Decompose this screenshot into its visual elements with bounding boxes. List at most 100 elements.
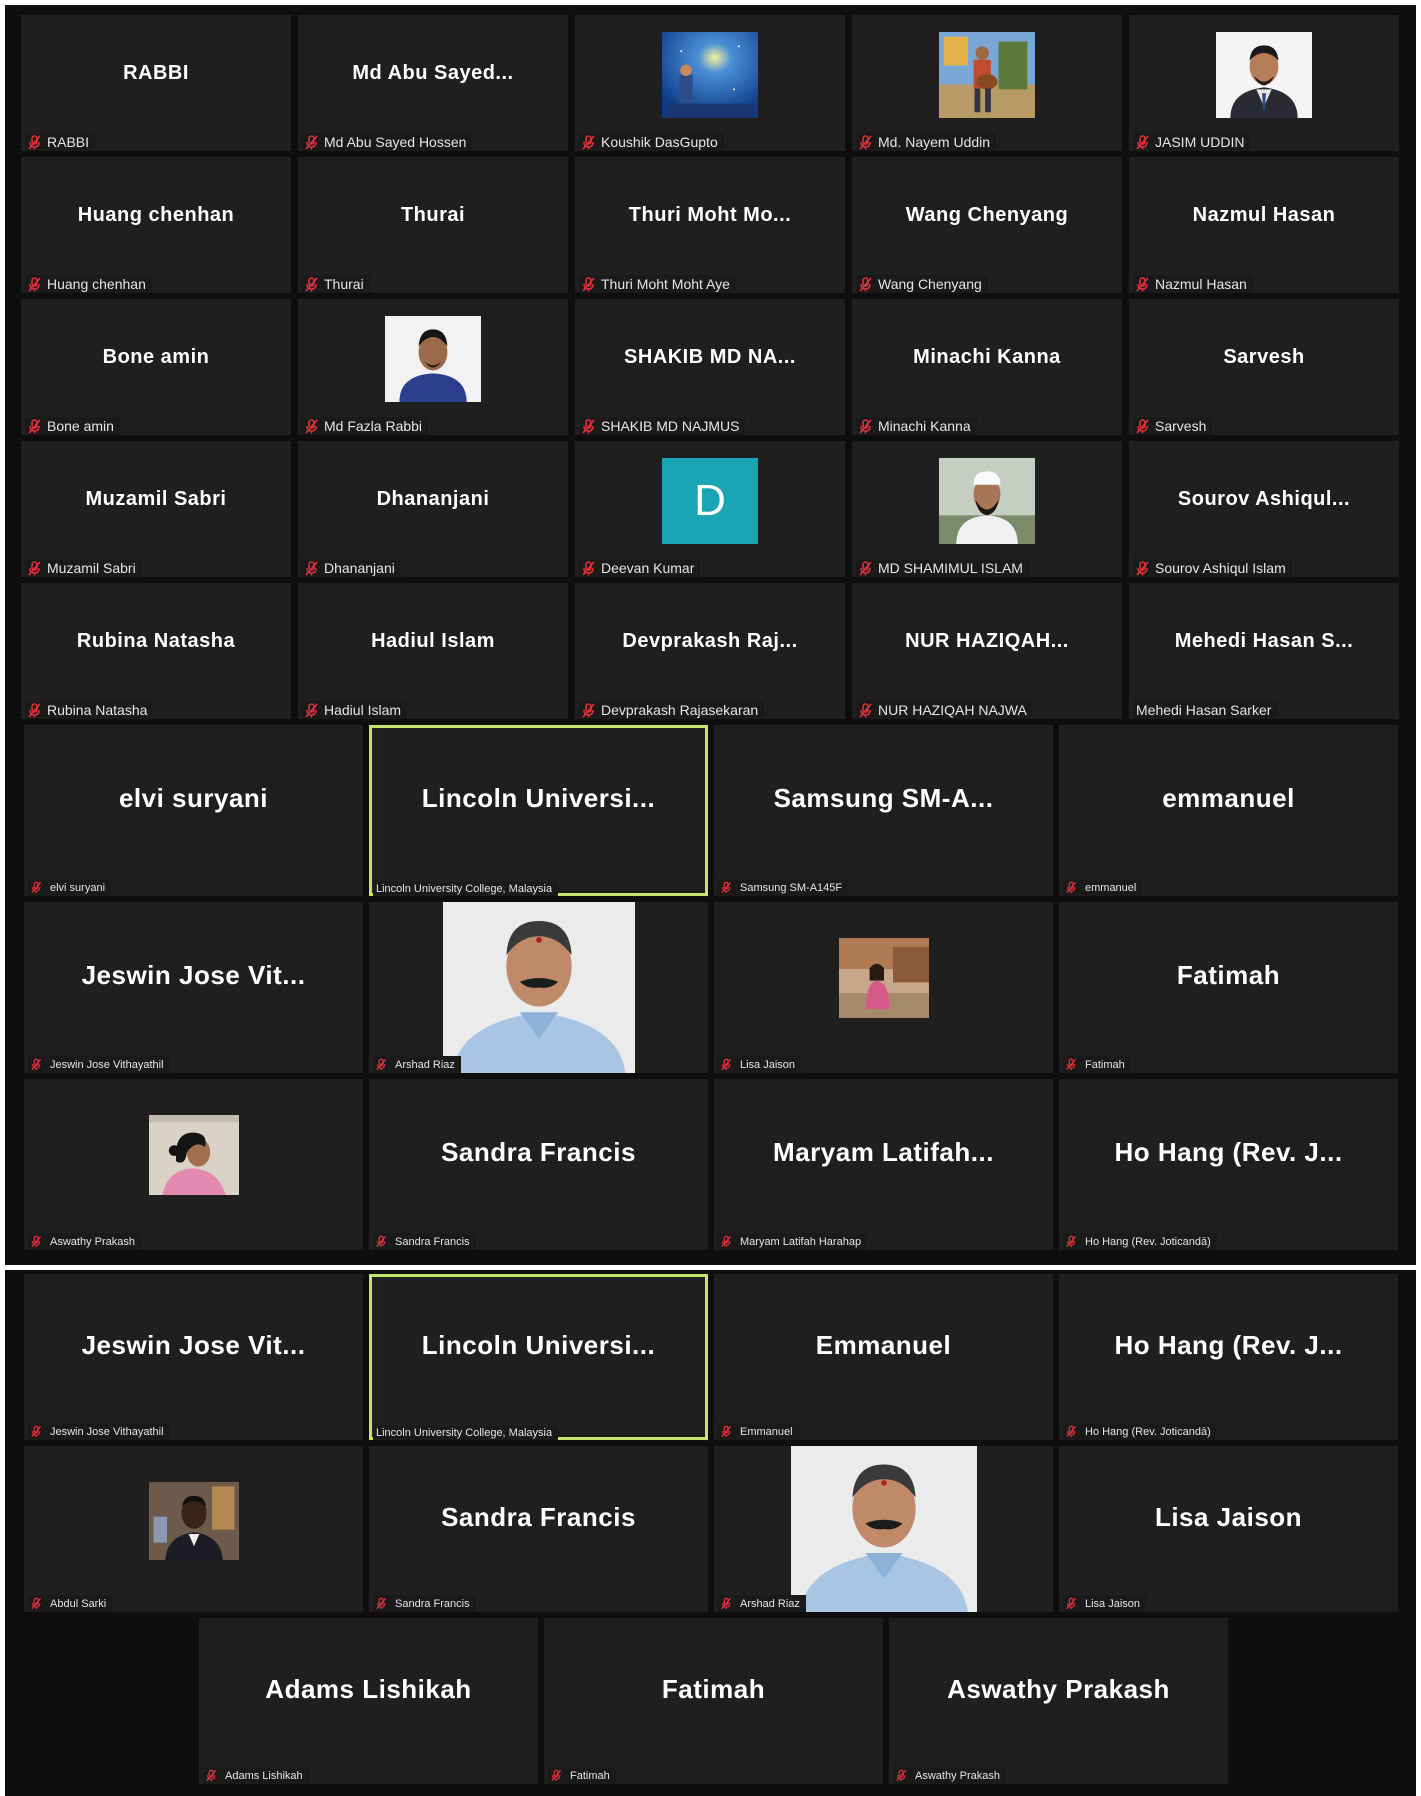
participant-name-label: Emmanuel: [718, 1423, 799, 1440]
participant-tile[interactable]: elvi suryani elvi suryani: [24, 725, 363, 896]
participant-label-text: Muzamil Sabri: [47, 560, 136, 576]
participant-label-text: Emmanuel: [740, 1425, 793, 1438]
participant-name-display: Maryam Latifah...: [773, 1137, 994, 1167]
participant-name-display: Rubina Natasha: [76, 630, 236, 652]
participant-tile[interactable]: Ho Hang (Rev. J... Ho Hang (Rev. Joticand…: [1059, 1274, 1398, 1440]
participant-video: [443, 902, 635, 1073]
participant-name-label: Sarvesh: [1133, 417, 1213, 435]
participant-label-text: Deevan Kumar: [601, 560, 695, 576]
participant-tile[interactable]: Fatimah Fatimah: [544, 1618, 883, 1784]
mic-muted-icon: [582, 418, 595, 434]
participant-name-display: Sandra Francis: [441, 1502, 636, 1532]
participant-tile[interactable]: Emmanuel Emmanuel: [714, 1274, 1053, 1440]
participant-tile[interactable]: Abdul Sarki: [24, 1446, 363, 1612]
participant-tile[interactable]: Hadiul Islam Hadiul Islam: [298, 583, 568, 719]
participant-label-text: Bone amin: [47, 418, 114, 434]
participant-name-display: Sourov Ashiqul...: [1177, 488, 1351, 510]
participant-tile[interactable]: Devprakash Raj... Devprakash Rajasekaran: [575, 583, 845, 719]
participant-tile[interactable]: Md Fazla Rabbi: [298, 299, 568, 435]
participant-label-text: Hadiul Islam: [324, 702, 402, 718]
participant-name-label: Devprakash Rajasekaran: [579, 701, 765, 719]
participant-tile[interactable]: Aswathy Prakash Aswathy Prakash: [889, 1618, 1228, 1784]
participant-tile[interactable]: Md Abu Sayed... Md Abu Sayed Hossen: [298, 15, 568, 151]
participant-name-display: RABBI: [123, 62, 189, 84]
participant-name-label: Aswathy Prakash: [893, 1767, 1006, 1784]
participant-tile[interactable]: Dhananjani Dhananjani: [298, 441, 568, 577]
participant-tile[interactable]: Jeswin Jose Vit... Jeswin Jose Vithayathi…: [24, 1274, 363, 1440]
mic-muted-icon: [28, 418, 41, 434]
participant-tile[interactable]: Lincoln Universi... Lincoln University Co…: [369, 725, 708, 896]
participant-tile[interactable]: Rubina Natasha Rubina Natasha: [21, 583, 291, 719]
participant-name-display: Devprakash Raj...: [622, 630, 798, 652]
participant-name-display: Lisa Jaison: [1154, 1502, 1303, 1532]
participant-name-label: Lincoln University College, Malaysia: [373, 1426, 559, 1440]
participant-tile[interactable]: NUR HAZIQAH... NUR HAZIQAH NAJWA: [852, 583, 1122, 719]
participant-tile[interactable]: Lisa Jaison: [714, 902, 1053, 1073]
participant-name-display: Hadiul Islam: [371, 630, 495, 652]
participant-video: [385, 316, 481, 402]
participant-tile[interactable]: Md. Nayem Uddin: [852, 15, 1122, 151]
participant-tile[interactable]: Adams Lishikah Adams Lishikah: [199, 1618, 538, 1784]
participant-tile[interactable]: Ho Hang (Rev. J... Ho Hang (Rev. Joticand…: [1059, 1079, 1398, 1250]
mic-muted-icon: [721, 881, 732, 894]
participant-tile[interactable]: Huang chenhan Huang chenhan: [21, 157, 291, 293]
participant-name-display: Ho Hang (Rev. J...: [1114, 1330, 1343, 1360]
participant-label-text: Lincoln University College, Malaysia: [376, 883, 553, 895]
participant-tile[interactable]: Arshad Riaz: [714, 1446, 1053, 1612]
participant-tile[interactable]: Wang Chenyang Wang Chenyang: [852, 157, 1122, 293]
participant-name-label: Hadiul Islam: [302, 701, 408, 719]
participant-tile[interactable]: Aswathy Prakash: [24, 1079, 363, 1250]
participant-tile[interactable]: Maryam Latifah... Maryam Latifah Harahap: [714, 1079, 1053, 1250]
mic-muted-icon: [721, 1058, 732, 1071]
participant-name-label: MD SHAMIMUL ISLAM: [856, 559, 1029, 577]
participant-video: [149, 1115, 239, 1195]
mic-muted-icon: [1136, 276, 1149, 292]
participant-tile[interactable]: D Deevan Kumar: [575, 441, 845, 577]
mic-muted-icon: [582, 702, 595, 718]
participant-tile[interactable]: Arshad Riaz: [369, 902, 708, 1073]
participant-tile[interactable]: emmanuel emmanuel: [1059, 725, 1398, 896]
participant-name-label: Lincoln University College, Malaysia: [373, 882, 559, 896]
participant-name-display: Huang chenhan: [77, 204, 235, 226]
mic-muted-icon: [859, 702, 872, 718]
participant-tile[interactable]: Nazmul Hasan Nazmul Hasan: [1129, 157, 1399, 293]
participant-video: [791, 1446, 977, 1612]
participant-tile[interactable]: Bone amin Bone amin: [21, 299, 291, 435]
participant-name-label: JASIM UDDIN: [1133, 133, 1251, 151]
participant-label-text: MD SHAMIMUL ISLAM: [878, 560, 1023, 576]
participant-tile[interactable]: Lisa Jaison Lisa Jaison: [1059, 1446, 1398, 1612]
participant-tile[interactable]: Minachi Kanna Minachi Kanna: [852, 299, 1122, 435]
mic-muted-icon: [376, 1597, 387, 1610]
participant-tile[interactable]: Sourov Ashiqul... Sourov Ashiqul Islam: [1129, 441, 1399, 577]
participant-tile[interactable]: Thurai Thurai: [298, 157, 568, 293]
participant-tile[interactable]: Fatimah Fatimah: [1059, 902, 1398, 1073]
participant-label-text: Lisa Jaison: [1085, 1597, 1141, 1610]
participant-name-label: Dhananjani: [302, 559, 401, 577]
participant-tile[interactable]: RABBI RABBI: [21, 15, 291, 151]
participant-name-label: Wang Chenyang: [856, 275, 988, 293]
participant-name-label: SHAKIB MD NAJMUS: [579, 417, 746, 435]
participant-label-text: Wang Chenyang: [878, 276, 982, 292]
participant-label-text: Sandra Francis: [395, 1235, 470, 1248]
participant-tile[interactable]: Thuri Moht Mo... Thuri Moht Moht Aye: [575, 157, 845, 293]
participant-name-label: Arshad Riaz: [373, 1056, 461, 1073]
participant-video: [662, 32, 758, 118]
mic-muted-icon: [305, 560, 318, 576]
participant-tile[interactable]: Mehedi Hasan S... Mehedi Hasan Sarker: [1129, 583, 1399, 719]
participant-label-text: Sarvesh: [1155, 418, 1207, 434]
participant-tile[interactable]: Koushik DasGupto: [575, 15, 845, 151]
participant-tile[interactable]: Sarvesh Sarvesh: [1129, 299, 1399, 435]
participant-tile[interactable]: Samsung SM-A... Samsung SM-A145F: [714, 725, 1053, 896]
participant-tile[interactable]: MD SHAMIMUL ISLAM: [852, 441, 1122, 577]
participant-tile[interactable]: Sandra Francis Sandra Francis: [369, 1446, 708, 1612]
participant-tile[interactable]: JASIM UDDIN: [1129, 15, 1399, 151]
participant-tile[interactable]: Muzamil Sabri Muzamil Sabri: [21, 441, 291, 577]
participant-tile[interactable]: Sandra Francis Sandra Francis: [369, 1079, 708, 1250]
participant-name-display: Bone amin: [102, 346, 210, 368]
participant-tile[interactable]: SHAKIB MD NA... SHAKIB MD NAJMUS: [575, 299, 845, 435]
participant-tile[interactable]: Lincoln Universi... Lincoln University Co…: [369, 1274, 708, 1440]
mic-muted-icon: [305, 276, 318, 292]
participant-video: [939, 458, 1035, 544]
participant-name-display: Minachi Kanna: [913, 346, 1061, 368]
participant-tile[interactable]: Jeswin Jose Vit... Jeswin Jose Vithayathi…: [24, 902, 363, 1073]
